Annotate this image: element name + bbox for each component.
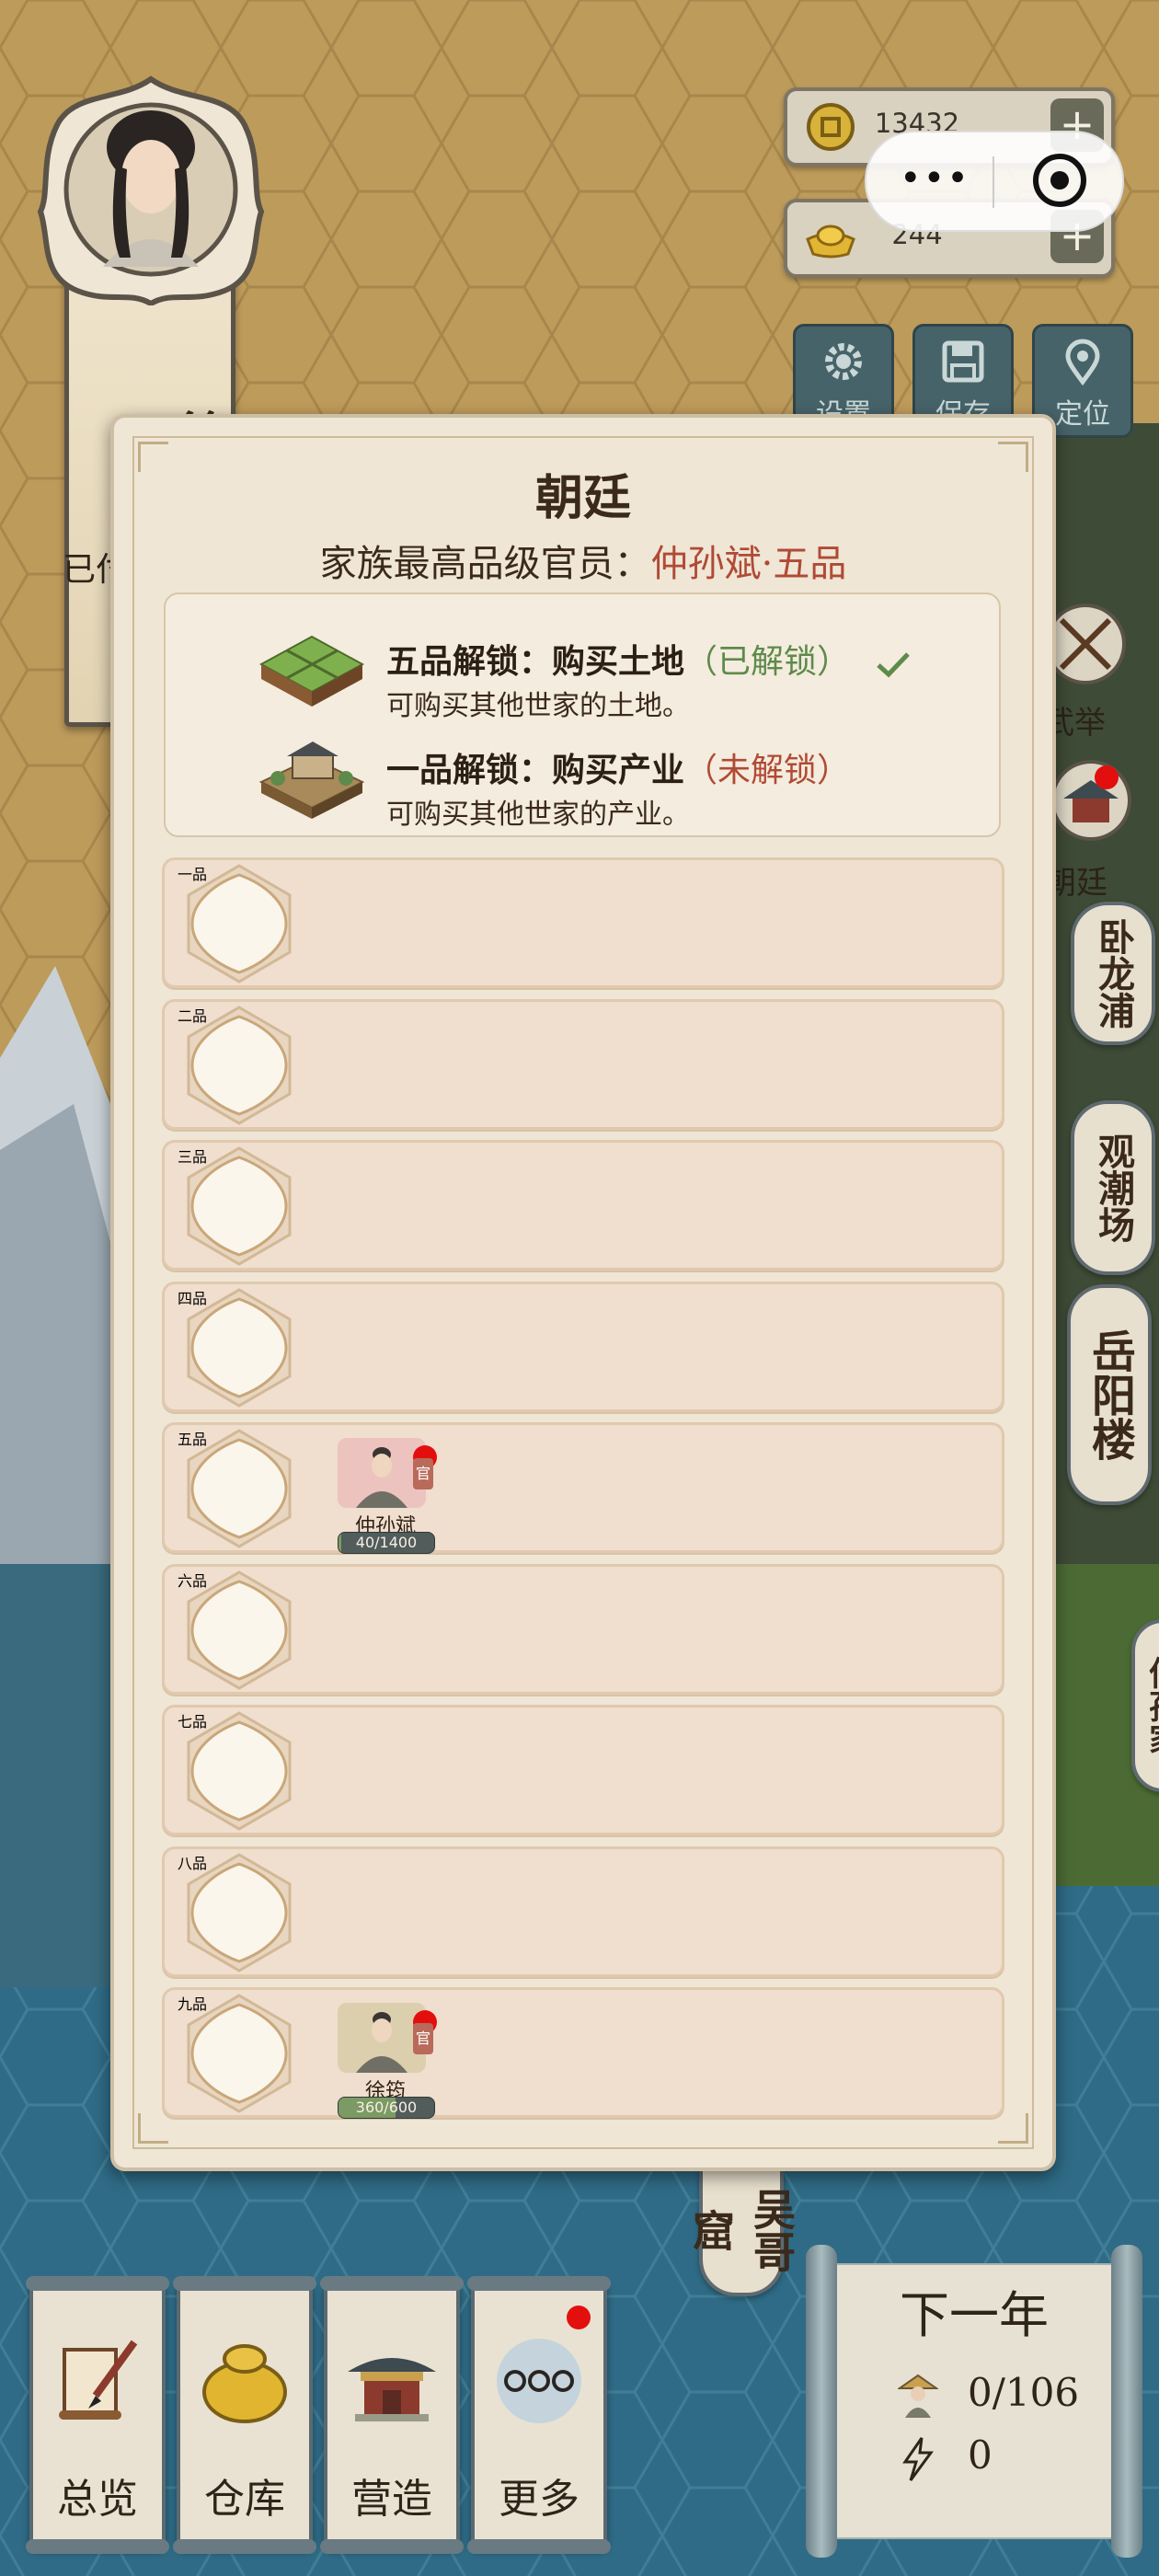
court-building-button[interactable]: 朝廷 bbox=[1045, 754, 1137, 902]
warehouse-label: 仓库 bbox=[204, 2476, 285, 2523]
location-zhongsun-family[interactable]: 仲孙家 bbox=[1131, 1619, 1159, 1792]
rank-badge: 七品 bbox=[178, 1709, 301, 1833]
warehouse-button[interactable]: 仓库 bbox=[173, 2276, 316, 2554]
next-year-button[interactable]: 下一年 0/106 0 bbox=[806, 2245, 1142, 2558]
rank-badge-icon bbox=[187, 1287, 292, 1408]
farmland-icon bbox=[258, 635, 365, 707]
scroll-rod bbox=[26, 2276, 169, 2291]
unlock-estate-desc: 可购买其他世家的产业。 bbox=[386, 799, 690, 831]
construct-button[interactable]: 营造 bbox=[320, 2276, 464, 2554]
location-wolongpu[interactable]: 卧龙浦 bbox=[1071, 902, 1155, 1045]
check-icon bbox=[876, 652, 910, 678]
next-year-label: 下一年 bbox=[900, 2286, 1049, 2344]
peasant-icon bbox=[898, 2374, 938, 2418]
construct-label: 营造 bbox=[351, 2476, 432, 2523]
lightning-icon bbox=[902, 2437, 934, 2481]
highest-official-label: 家族最高品级官员： bbox=[319, 543, 651, 585]
rank-row[interactable]: 一品 bbox=[162, 857, 1004, 988]
location-yueyanglou[interactable]: 岳阳楼 bbox=[1067, 1284, 1152, 1505]
unlock-land-desc: 可购买其他世家的土地。 bbox=[386, 690, 690, 722]
more-button[interactable]: 更多 bbox=[467, 2276, 611, 2554]
official-card[interactable]: 官徐筠 360/600 bbox=[338, 2003, 437, 2119]
official-progress-bar: 360/600 bbox=[338, 2097, 435, 2119]
rank-row[interactable]: 九品官徐筠 360/600 bbox=[162, 1987, 1004, 2119]
unlock-land: 五品解锁：购买土地（已解锁） 可购买其他世家的土地。 bbox=[166, 627, 999, 729]
target-icon[interactable] bbox=[1030, 151, 1089, 210]
rank-badge-icon bbox=[187, 864, 292, 983]
scroll-rod bbox=[173, 2539, 316, 2554]
rank-badge: 三品 bbox=[178, 1144, 301, 1268]
official-progress-bar: 40/1400 bbox=[338, 1532, 435, 1554]
scroll-rod bbox=[467, 2276, 611, 2291]
rank-row[interactable]: 八品 bbox=[162, 1846, 1004, 1977]
scroll-rod bbox=[320, 2539, 464, 2554]
rank-row[interactable]: 五品官仲孙斌 40/1400 bbox=[162, 1422, 1004, 1554]
overview-button[interactable]: 总览 bbox=[26, 2276, 169, 2554]
rank-badge-icon bbox=[187, 1994, 292, 2113]
corner-ornament bbox=[138, 2113, 168, 2144]
scroll-rod bbox=[320, 2276, 464, 2291]
unlock-estate-title: 一品解锁：购买产业（未解锁） bbox=[386, 743, 850, 791]
official-rank-tag: 官 bbox=[413, 2023, 433, 2054]
rank-badge: 九品 bbox=[178, 1992, 301, 2115]
rank-row[interactable]: 二品 bbox=[162, 998, 1004, 1130]
scroll-rod bbox=[467, 2539, 611, 2554]
rank-badge-icon bbox=[187, 1429, 292, 1548]
court-notification-dot bbox=[1095, 765, 1119, 789]
unlock-land-name: 五品解锁：购买土地 bbox=[386, 642, 685, 681]
rank-badge: 六品 bbox=[178, 1569, 301, 1692]
rank-badge-icon bbox=[187, 1146, 292, 1266]
rank-badge-icon bbox=[187, 1711, 292, 1831]
scroll-brush-icon bbox=[59, 2340, 138, 2420]
estate-icon bbox=[258, 742, 365, 819]
rank-badge: 八品 bbox=[178, 1851, 301, 1974]
rank-row[interactable]: 四品 bbox=[162, 1281, 1004, 1412]
energy-value: 0 bbox=[968, 2432, 993, 2478]
pavilion-icon bbox=[348, 2358, 436, 2421]
location-wugeku[interactable]: 吴哥窟 bbox=[686, 2164, 797, 2296]
unlock-estate: 一品解锁：购买产业（未解锁） 可购买其他世家的产业。 bbox=[166, 736, 999, 837]
more-label: 更多 bbox=[499, 2476, 580, 2523]
official-card[interactable]: 官仲孙斌 40/1400 bbox=[338, 1438, 437, 1554]
capsule-divider bbox=[993, 156, 994, 208]
official-rank-tag: 官 bbox=[413, 1458, 433, 1489]
unlock-estate-name: 一品解锁：购买产业 bbox=[386, 751, 685, 789]
more-notification-dot bbox=[567, 2306, 591, 2329]
dialog-title: 朝廷 bbox=[534, 470, 631, 526]
more-menu-button[interactable]: ••• bbox=[900, 160, 970, 197]
rank-row[interactable]: 六品 bbox=[162, 1563, 1004, 1695]
unlock-panel: 五品解锁：购买土地（已解锁） 可购买其他世家的土地。 一品解锁：购买产业（未解锁… bbox=[164, 592, 1001, 837]
unlock-land-title: 五品解锁：购买土地（已解锁） bbox=[386, 635, 912, 683]
corner-ornament bbox=[998, 2113, 1028, 2144]
rank-badge-icon bbox=[187, 1570, 292, 1690]
gear-icon bbox=[825, 343, 862, 380]
rank-badge: 一品 bbox=[178, 862, 301, 985]
highest-official: 家族最高品级官员：仲孙斌·五品 bbox=[114, 534, 1052, 587]
rank-badge: 五品 bbox=[178, 1427, 301, 1550]
court-dialog: 朝廷 家族最高品级官员：仲孙斌·五品 五品解锁：购买土地（已解锁） 可购买其他世… bbox=[110, 414, 1056, 2171]
rank-badge-icon bbox=[187, 1852, 292, 1972]
scroll-rod bbox=[26, 2539, 169, 2554]
unlock-land-state: （已解锁） bbox=[684, 643, 851, 681]
miniprogram-capsule: ••• bbox=[865, 131, 1124, 232]
location-guanchaochang[interactable]: 观潮场 bbox=[1071, 1100, 1155, 1275]
rank-badge: 四品 bbox=[178, 1286, 301, 1409]
rank-row[interactable]: 七品 bbox=[162, 1705, 1004, 1835]
character-portrait[interactable] bbox=[35, 74, 267, 305]
court-building-icon bbox=[1050, 760, 1131, 841]
highest-official-value: 仲孙斌·五品 bbox=[650, 543, 847, 585]
rank-badge: 二品 bbox=[178, 1004, 301, 1127]
rank-row[interactable]: 三品 bbox=[162, 1140, 1004, 1271]
population-value: 0/106 bbox=[968, 2370, 1080, 2415]
floppy-icon bbox=[942, 340, 984, 383]
unlock-estate-state: （未解锁） bbox=[684, 752, 851, 789]
map-pin-icon bbox=[1065, 339, 1100, 386]
overview-label: 总览 bbox=[57, 2476, 138, 2523]
rank-badge-icon bbox=[187, 1005, 292, 1125]
more-dots-icon bbox=[497, 2339, 581, 2423]
official-progress-text: 40/1400 bbox=[355, 1534, 418, 1551]
money-bag-icon bbox=[202, 2344, 287, 2423]
official-progress-text: 360/600 bbox=[355, 2099, 418, 2116]
scroll-rod bbox=[173, 2276, 316, 2291]
